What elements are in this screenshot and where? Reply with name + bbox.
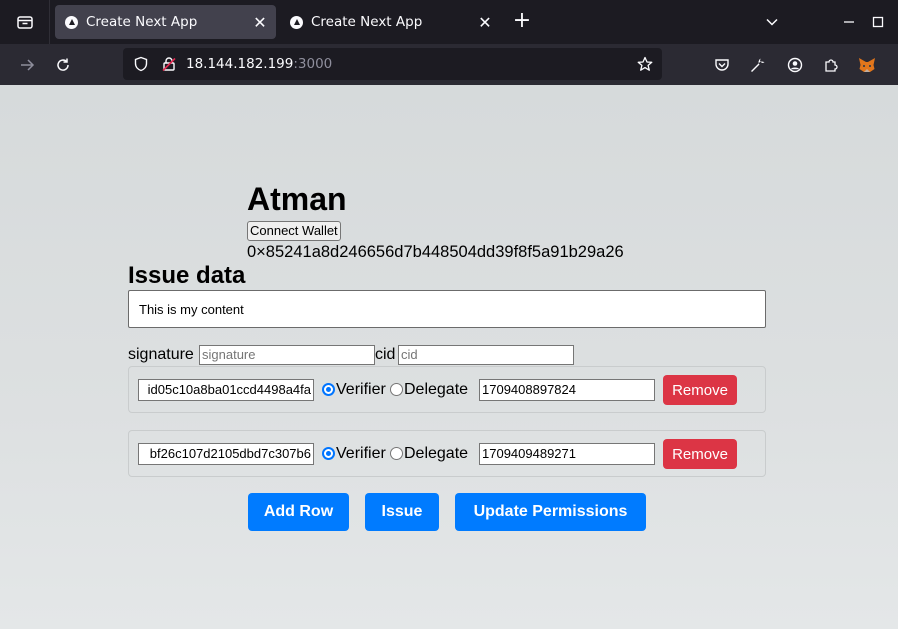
verifier-radio[interactable] xyxy=(322,447,335,460)
permission-row: id05c10a8ba01ccd4498a4fa Verifier Delega… xyxy=(128,366,766,413)
update-permissions-button[interactable]: Update Permissions xyxy=(455,493,646,531)
forward-button[interactable] xyxy=(14,52,40,78)
url-port: :3000 xyxy=(293,56,333,72)
tracking-shield-icon[interactable] xyxy=(131,54,151,74)
maximize-icon[interactable] xyxy=(866,10,890,34)
tools-button[interactable] xyxy=(745,52,771,78)
cid-label: cid xyxy=(375,346,396,363)
delegate-label: Delegate xyxy=(404,381,469,398)
bookmark-star-icon[interactable] xyxy=(635,54,655,74)
remove-row-button[interactable]: Remove xyxy=(663,439,737,469)
issue-data-heading: Issue data xyxy=(128,262,246,289)
navigation-bar: 18.144.182.199:3000 xyxy=(0,44,898,85)
row-timestamp-input[interactable]: 1709409489271 xyxy=(479,443,655,465)
new-tab-button[interactable]: + xyxy=(510,10,534,34)
add-row-button[interactable]: Add Row xyxy=(248,493,349,531)
reload-button[interactable] xyxy=(50,52,76,78)
signature-label: signature xyxy=(128,346,194,363)
verifier-label: Verifier xyxy=(336,381,386,398)
signature-input[interactable]: signature xyxy=(199,345,375,365)
metamask-extension-button[interactable] xyxy=(854,52,880,78)
tab-1[interactable]: Create Next App ✕ xyxy=(55,5,276,39)
delegate-radio[interactable] xyxy=(390,383,403,396)
nextjs-favicon-icon xyxy=(290,15,303,29)
minimize-icon[interactable] xyxy=(837,10,861,34)
content-textarea[interactable]: This is my content xyxy=(128,290,766,328)
tab-close-icon[interactable]: ✕ xyxy=(475,12,495,32)
reload-icon xyxy=(57,58,69,71)
extensions-button[interactable] xyxy=(818,52,844,78)
row-address-input[interactable]: bf26c107d2105dbd7c307b6 xyxy=(138,443,314,465)
row-address-value: id05c10a8ba01ccd4498a4fa xyxy=(147,382,311,397)
cid-input[interactable]: cid xyxy=(398,345,574,365)
insecure-lock-icon[interactable] xyxy=(159,54,179,74)
url-bar[interactable]: 18.144.182.199:3000 xyxy=(123,48,662,80)
arrow-right-icon xyxy=(21,59,35,71)
tab-close-icon[interactable]: ✕ xyxy=(250,12,270,32)
pocket-icon xyxy=(715,59,729,71)
tab-list-button[interactable] xyxy=(0,0,50,44)
row-timestamp-input[interactable]: 1709408897824 xyxy=(479,379,655,401)
issue-button[interactable]: Issue xyxy=(365,493,439,531)
verifier-radio[interactable] xyxy=(322,383,335,396)
verifier-label: Verifier xyxy=(336,445,386,462)
tab-strip: Create Next App ✕ Create Next App ✕ + xyxy=(0,0,898,44)
pocket-button[interactable] xyxy=(709,52,735,78)
tab-2[interactable]: Create Next App ✕ xyxy=(280,5,501,39)
permission-row: bf26c107d2105dbd7c307b6 Verifier Delegat… xyxy=(128,430,766,477)
account-button[interactable] xyxy=(782,52,808,78)
metamask-fox-icon xyxy=(859,58,875,72)
web-page: Atman Connect Wallet 0×85241a8d246656d7b… xyxy=(0,85,898,629)
puzzle-icon xyxy=(825,59,838,72)
url-text: 18.144.182.199:3000 xyxy=(186,56,332,72)
nextjs-favicon-icon xyxy=(65,15,78,29)
account-icon xyxy=(787,57,803,73)
delegate-label: Delegate xyxy=(404,445,469,462)
list-all-tabs-chevron-icon[interactable] xyxy=(760,10,784,34)
remove-row-button[interactable]: Remove xyxy=(663,375,737,405)
page-title: Atman xyxy=(247,181,347,217)
tab-list-icon xyxy=(16,16,33,29)
connect-wallet-button[interactable]: Connect Wallet xyxy=(247,221,341,241)
row-address-input[interactable]: id05c10a8ba01ccd4498a4fa xyxy=(138,379,314,401)
wrench-icon xyxy=(751,58,765,72)
tab-title: Create Next App xyxy=(311,14,423,30)
tab-title: Create Next App xyxy=(86,14,198,30)
url-host: 18.144.182.199 xyxy=(186,56,294,72)
delegate-radio[interactable] xyxy=(390,447,403,460)
wallet-address: 0×85241a8d246656d7b448504dd39f8f5a91b29a… xyxy=(247,243,624,261)
row-address-value: bf26c107d2105dbd7c307b6 xyxy=(149,446,311,461)
